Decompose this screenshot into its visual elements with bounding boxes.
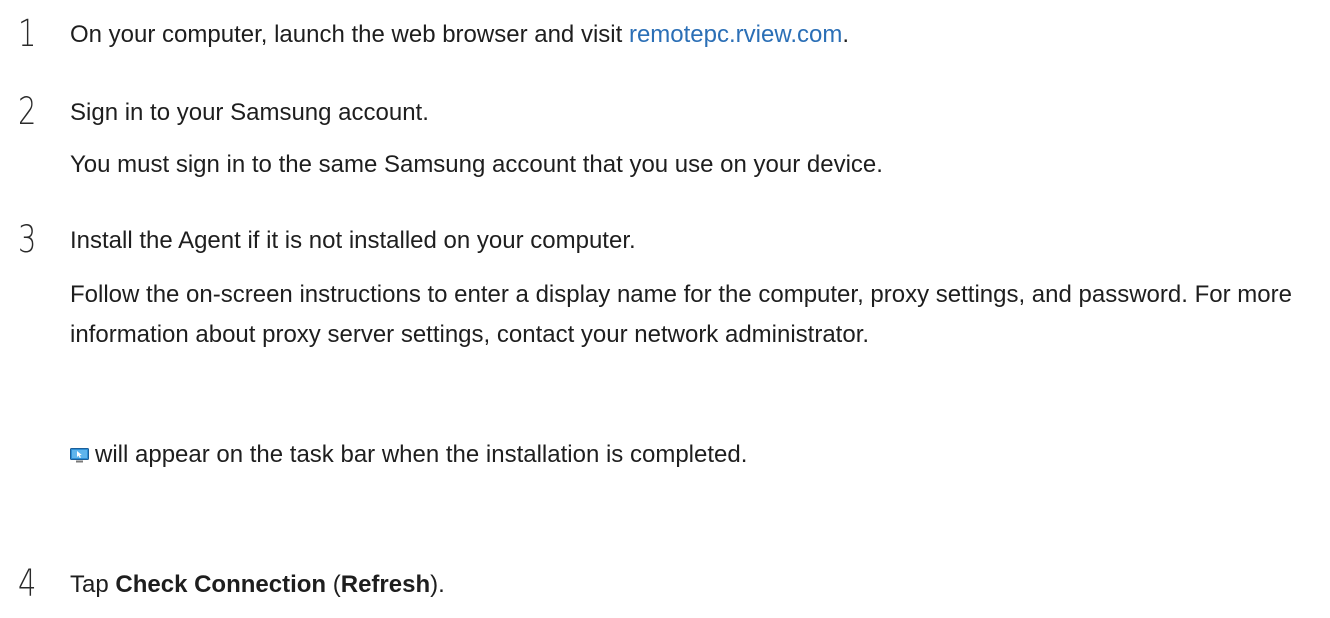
step-text: Tap Check Connection (Refresh). <box>70 570 445 600</box>
step-text-middle: ( <box>326 571 341 598</box>
remotepc-link[interactable]: remotepc.rview.com <box>629 21 842 48</box>
step-number: 3 <box>18 218 37 261</box>
remote-pc-agent-icon <box>70 448 89 463</box>
step-note: You must sign in to the same Samsung acc… <box>70 151 883 178</box>
step-text-after: . <box>842 21 850 48</box>
step-text: Sign in to your Samsung account. <box>70 99 429 126</box>
refresh-label: Refresh <box>340 571 431 598</box>
step-number: 1 <box>18 12 37 55</box>
step-text-before: On your computer, launch the web browser… <box>70 21 629 48</box>
step-number: 2 <box>18 90 37 133</box>
step-number: 4 <box>18 562 37 605</box>
step-text: Install the Agent if it is not installed… <box>70 227 636 254</box>
icon-line-text: will appear on the task bar when the ins… <box>95 441 748 468</box>
step-text-after: ). <box>430 571 445 598</box>
check-connection-label: Check Connection <box>115 571 327 598</box>
step-text-before: Tap <box>70 571 116 598</box>
step-text: On your computer, launch the web browser… <box>70 20 849 50</box>
step-note: Follow the on-screen instructions to ent… <box>70 281 1292 348</box>
icon-line: will appear on the task bar when the ins… <box>70 440 747 470</box>
